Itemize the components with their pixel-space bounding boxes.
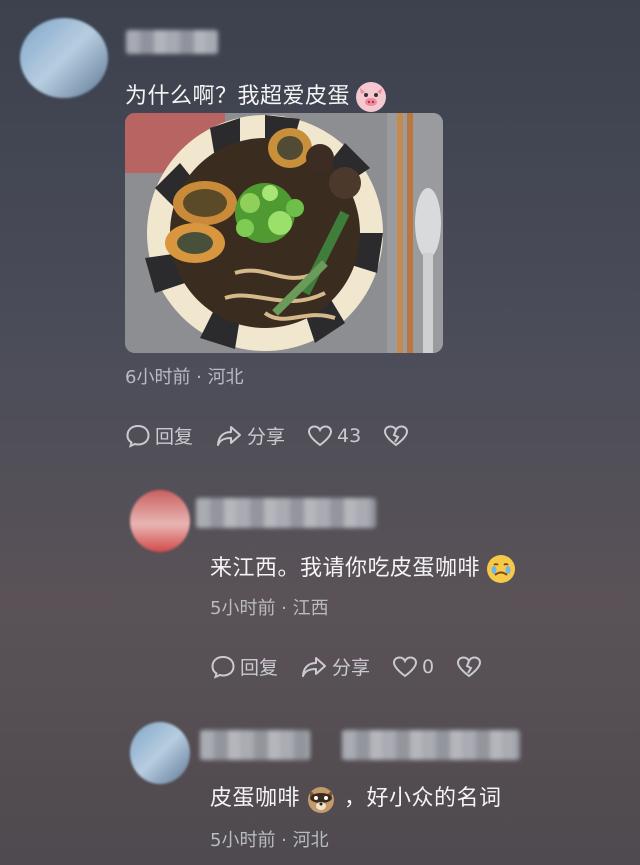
comment-photo-noodle-bowl[interactable] — [125, 113, 443, 353]
avatar[interactable] — [130, 490, 190, 552]
heart-icon — [393, 655, 418, 677]
like-count: 0 — [422, 655, 435, 678]
reply-button[interactable]: 回复 — [210, 653, 278, 680]
username-blurred[interactable] — [200, 730, 310, 760]
username-blurred-extra — [342, 730, 520, 760]
comment-meta: 6小时前 · 河北 — [125, 367, 244, 388]
reply-button[interactable]: 回复 — [125, 422, 193, 449]
like-button[interactable]: 0 — [392, 655, 434, 679]
reply-bubble-icon — [126, 424, 150, 448]
comment-text-part2: ，好小众的名词 — [344, 786, 502, 811]
like-button[interactable]: 43 — [307, 424, 361, 448]
share-button[interactable]: 分享 — [215, 422, 285, 449]
avatar[interactable] — [130, 722, 190, 784]
dislike-button[interactable] — [456, 655, 486, 679]
share-arrow-icon — [217, 425, 242, 446]
broken-heart-icon — [457, 655, 482, 677]
raccoon-emoji — [306, 784, 336, 814]
comment-meta: 5小时前 · 江西 — [210, 598, 329, 619]
reply-label: 回复 — [240, 657, 279, 679]
comment-meta: 5小时前 · 河北 — [210, 830, 329, 851]
reply-bubble-icon — [211, 655, 235, 679]
share-arrow-icon — [302, 656, 327, 677]
dislike-button[interactable] — [383, 424, 413, 448]
username-blurred[interactable] — [126, 30, 218, 54]
avatar[interactable] — [20, 18, 108, 98]
comment-actions: 回复 分享 43 — [125, 422, 435, 449]
username-blurred[interactable] — [196, 498, 376, 528]
crying-emoji — [486, 554, 516, 584]
comment-text: 来江西。我请你吃皮蛋咖啡 — [210, 550, 516, 584]
comment-text-content: 来江西。我请你吃皮蛋咖啡 — [210, 556, 481, 581]
comment-text: 皮蛋咖啡 ，好小众的名词 — [210, 780, 502, 814]
comment-text: 为什么啊？我超爱皮蛋 — [125, 78, 387, 112]
comment-text-part1: 皮蛋咖啡 — [210, 786, 301, 811]
broken-heart-icon — [384, 424, 409, 446]
comment-text-content: 为什么啊？我超爱皮蛋 — [125, 84, 351, 109]
share-label: 分享 — [332, 657, 371, 679]
share-label: 分享 — [247, 426, 286, 448]
pig-emoji — [356, 82, 387, 112]
reply-label: 回复 — [155, 426, 194, 448]
heart-icon — [308, 424, 333, 446]
share-button[interactable]: 分享 — [300, 653, 370, 680]
like-count: 43 — [337, 424, 362, 447]
comment-actions: 回复 分享 0 — [210, 653, 508, 680]
